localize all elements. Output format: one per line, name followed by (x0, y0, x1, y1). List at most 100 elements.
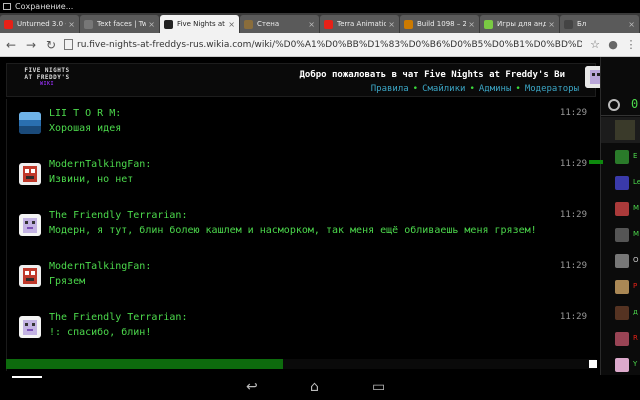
user-name: P (633, 282, 638, 290)
close-tab-icon[interactable]: × (148, 20, 155, 29)
user-name: Y (633, 360, 638, 368)
microphone-icon[interactable]: ● (604, 38, 622, 51)
forward-arrow-icon[interactable]: → (22, 36, 40, 54)
chat-header: FIVE NIGHTS AT FREDDY'S WIKI Добро пожал… (6, 63, 607, 97)
close-tab-icon[interactable]: × (468, 20, 475, 29)
chat-message-list[interactable]: LII T O R M: Хорошая идея 11:29 ModernTalki… (6, 99, 596, 371)
user-avatar (615, 332, 629, 346)
user-avatar (615, 228, 629, 242)
message-author[interactable]: The Friendly Terrarian: (49, 210, 187, 221)
user-name: д (633, 308, 638, 316)
recent-apps-icon[interactable]: ▭ (372, 379, 385, 395)
scroll-indicator (12, 376, 42, 378)
favicon-icon (404, 19, 413, 29)
browser-tab[interactable]: Бл × (560, 15, 639, 33)
tab-label: Text faces | Twi (97, 20, 147, 28)
close-tab-icon[interactable]: × (548, 20, 555, 29)
separator-dot: • (412, 84, 419, 94)
url-text: ru.five-nights-at-freddys-rus.wikia.com/… (77, 39, 582, 50)
separator-dot: • (515, 84, 521, 94)
chat-message: ModernTalkingFan: Грязем 11:29 (7, 258, 587, 302)
page-icon (64, 39, 73, 50)
link-smileys[interactable]: Смайлики (422, 84, 465, 94)
wiki-logo[interactable]: FIVE NIGHTS AT FREDDY'S WIKI (12, 67, 82, 95)
status-text: Сохранение... (15, 2, 74, 11)
favicon-icon (564, 19, 573, 29)
user-avatar (615, 176, 629, 190)
message-time: 11:29 (559, 210, 587, 220)
close-tab-icon[interactable]: × (388, 20, 395, 29)
scroll-square[interactable] (589, 360, 597, 368)
close-tab-icon[interactable]: × (228, 20, 235, 29)
close-tab-icon[interactable]: × (628, 20, 635, 29)
message-time: 11:29 (559, 261, 587, 271)
browser-tab[interactable]: Build 1098 – 2(× (400, 15, 479, 33)
activity-indicator (589, 160, 603, 164)
browser-tab[interactable]: Unturned 3.0 - × (0, 15, 79, 33)
browser-tab[interactable]: Игры для андр× (480, 15, 559, 33)
link-admins[interactable]: Админы (479, 84, 512, 94)
settings-icon[interactable] (608, 99, 620, 111)
download-icon (3, 3, 11, 10)
user-avatar (615, 254, 629, 268)
close-tab-icon[interactable]: × (68, 20, 75, 29)
message-text: Извини, но нет (49, 174, 134, 185)
android-nav-bar: ↩ ⌂ ▭ (0, 375, 640, 400)
reload-icon[interactable]: ↻ (42, 36, 60, 54)
welcome-text: Добро пожаловать в чат Five Nights at Fr… (299, 70, 565, 80)
user-avatar[interactable] (19, 214, 41, 236)
message-text: !: спасибо, блин! (49, 327, 152, 338)
favicon-icon (164, 19, 173, 29)
browser-tab[interactable]: Terra Animation× (320, 15, 399, 33)
separator-dot: • (469, 84, 475, 94)
menu-icon[interactable]: ⋮ (622, 38, 640, 51)
sidebar-user[interactable]: O (615, 254, 640, 272)
back-arrow-icon[interactable]: ← (2, 36, 20, 54)
sidebar-user[interactable]: M (615, 228, 640, 246)
sidebar-user[interactable]: д (615, 306, 640, 324)
user-avatar[interactable] (19, 316, 41, 338)
browser-tab[interactable]: Text faces | Twi × (80, 15, 159, 33)
logo-line-3: WIKI (39, 81, 55, 87)
user-avatar (615, 150, 629, 164)
message-text: Хорошая идея (49, 123, 122, 134)
android-status-bar: Сохранение... (0, 0, 640, 13)
divider (601, 115, 640, 116)
message-author[interactable]: LII T O R M: (49, 108, 121, 119)
logo-line-2: AT FREDDY'S (24, 74, 70, 81)
back-nav-icon[interactable]: ↩ (246, 379, 258, 395)
user-name: R (633, 334, 638, 342)
room-thumbnail (615, 120, 635, 140)
user-avatar[interactable] (19, 163, 41, 185)
link-rules[interactable]: Правила (371, 84, 409, 94)
address-bar[interactable]: ru.five-nights-at-freddys-rus.wikia.com/… (64, 36, 582, 54)
user-avatar (615, 280, 629, 294)
tab-label: Build 1098 – 2( (417, 20, 467, 28)
message-author[interactable]: ModernTalkingFan: (49, 261, 151, 272)
chat-message: The Friendly Terrarian: Модерн, я тут, бл… (7, 207, 587, 251)
sidebar-user[interactable]: R (615, 332, 640, 350)
sidebar-user[interactable]: P (615, 280, 640, 298)
sidebar-user[interactable]: Y (615, 358, 640, 376)
room-item[interactable] (601, 117, 640, 143)
chat-message: ModernTalkingFan: Извини, но нет 11:29 (7, 156, 587, 200)
user-avatar[interactable] (19, 265, 41, 287)
sidebar-user[interactable]: M (615, 202, 640, 220)
message-author[interactable]: ModernTalkingFan: (49, 159, 151, 170)
message-author[interactable]: The Friendly Terrarian: (49, 312, 187, 323)
browser-tab[interactable]: Стена × (240, 15, 319, 33)
user-name: O (633, 256, 639, 264)
browser-tab[interactable]: Five Nights at × (160, 15, 239, 33)
home-nav-icon[interactable]: ⌂ (310, 379, 319, 395)
sidebar-user[interactable]: Le (615, 176, 640, 194)
close-tab-icon[interactable]: × (308, 20, 315, 29)
star-icon[interactable]: ☆ (586, 38, 604, 51)
user-name: E (633, 152, 638, 160)
link-moderators[interactable]: Модераторы (525, 84, 579, 94)
tab-label: Игры для андр (497, 20, 547, 28)
favicon-icon (4, 19, 13, 29)
favicon-icon (244, 19, 253, 29)
user-avatar (615, 306, 629, 320)
user-avatar[interactable] (19, 112, 41, 134)
sidebar-user[interactable]: E (615, 150, 640, 168)
